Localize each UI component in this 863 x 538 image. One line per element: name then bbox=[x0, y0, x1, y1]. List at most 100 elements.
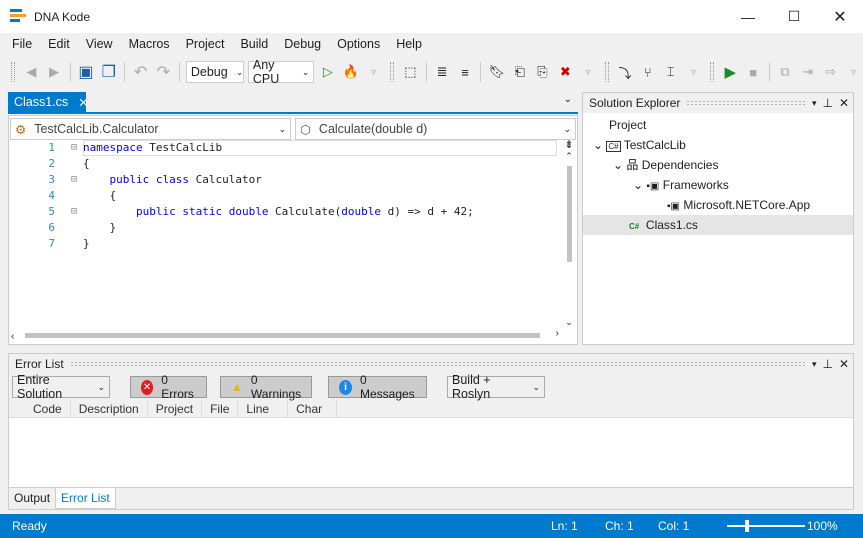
menu-help[interactable]: Help bbox=[388, 33, 430, 56]
code-editor[interactable]: ⚙ TestCalcLib.Calculator ⌄ ⬡ Calculate(doub… bbox=[8, 115, 578, 345]
column-line[interactable]: Line bbox=[238, 400, 289, 417]
tab-class1[interactable]: Class1.cs ✕ bbox=[8, 92, 89, 112]
line-number: 2 bbox=[48, 157, 55, 170]
scope-select[interactable]: Entire Solution ⌄ bbox=[12, 373, 110, 401]
column-char[interactable]: Char bbox=[288, 400, 338, 417]
start-icon[interactable]: ▶ bbox=[721, 62, 740, 82]
next-bookmark-icon[interactable]: ⎘ bbox=[533, 62, 552, 82]
prev-bookmark-icon[interactable]: ⎗ bbox=[510, 62, 529, 82]
minimize-button[interactable]: — bbox=[725, 0, 771, 33]
bookmark-icon[interactable]: 🔖︎ bbox=[487, 62, 506, 82]
tree-label: Dependencies bbox=[641, 158, 719, 172]
redo-icon[interactable]: ↷ bbox=[154, 62, 173, 82]
column-project[interactable]: Project bbox=[148, 400, 203, 417]
overflow-icon[interactable]: ▿ bbox=[579, 62, 598, 82]
toolbar-grip[interactable] bbox=[390, 62, 394, 82]
deploy-icon[interactable]: ⇥ bbox=[798, 62, 817, 82]
tab-output[interactable]: Output bbox=[9, 488, 55, 509]
tab-error-list[interactable]: Error List bbox=[55, 488, 116, 509]
toolbar-grip[interactable] bbox=[709, 62, 714, 82]
type-navigator[interactable]: ⚙ TestCalcLib.Calculator ⌄ bbox=[10, 118, 291, 140]
toolbar-grip[interactable] bbox=[11, 62, 15, 82]
menu-macros[interactable]: Macros bbox=[121, 33, 178, 56]
errors-filter-button[interactable]: ✕ 0 Errors bbox=[130, 373, 207, 401]
quick-info-icon[interactable]: ≡ bbox=[456, 62, 475, 82]
export-icon[interactable]: ⇨ bbox=[821, 62, 840, 82]
save-all-icon[interactable]: ❐ bbox=[99, 62, 118, 82]
framework-icon: ▪▣ bbox=[646, 181, 660, 192]
vertical-scrollbar[interactable]: ⇟ ⌃ ⌄ bbox=[561, 138, 577, 328]
publish-icon[interactable]: ⧉ bbox=[776, 62, 795, 82]
editor-tab-strip: Class1.cs ✕ ⌄ bbox=[8, 92, 578, 114]
set-startup-icon[interactable]: ⬚ bbox=[401, 62, 420, 82]
csharp-project-icon: C# bbox=[606, 141, 621, 152]
menu-options[interactable]: Options bbox=[329, 33, 388, 56]
tree-item-dependencies[interactable]: ⌄ 品 Dependencies bbox=[583, 155, 853, 175]
stop-icon[interactable]: ■ bbox=[744, 62, 763, 82]
overflow-icon[interactable]: ▿ bbox=[684, 62, 703, 82]
git-icon[interactable]: ⑂ bbox=[638, 62, 657, 82]
dropdown-icon[interactable]: ▾ bbox=[812, 359, 817, 370]
source-select[interactable]: Build + Roslyn ⌄ bbox=[447, 373, 545, 401]
menu-project[interactable]: Project bbox=[178, 33, 233, 56]
back-icon[interactable]: ◀ bbox=[22, 62, 41, 82]
maximize-button[interactable]: ☐ bbox=[771, 0, 817, 33]
dropdown-icon[interactable]: ▾ bbox=[812, 98, 817, 109]
errors-count: 0 Errors bbox=[161, 373, 194, 401]
zoom-slider[interactable] bbox=[727, 520, 805, 532]
close-button[interactable]: ✕ bbox=[817, 0, 863, 33]
warnings-filter-button[interactable]: ▲ 0 Warnings bbox=[220, 373, 312, 401]
save-icon[interactable]: ▣ bbox=[77, 62, 96, 82]
format-icon[interactable]: ≣ bbox=[433, 62, 452, 82]
close-icon[interactable]: ✕ bbox=[839, 96, 853, 110]
menu-view[interactable]: View bbox=[78, 33, 121, 56]
tab-list-dropdown-icon[interactable]: ⌄ bbox=[564, 94, 572, 105]
menu-build[interactable]: Build bbox=[232, 33, 276, 56]
member-navigator[interactable]: ⬡ Calculate(double d) ⌄ bbox=[295, 118, 576, 140]
tree-item-frameworks[interactable]: ⌄ ▪▣ Frameworks bbox=[583, 175, 853, 195]
error-list-columns: Code Description Project File Line Char bbox=[9, 400, 853, 418]
messages-filter-button[interactable]: i 0 Messages bbox=[328, 373, 427, 401]
terminal-icon[interactable]: ⌶ bbox=[661, 62, 680, 82]
pin-icon[interactable]: ⊥ bbox=[822, 357, 832, 371]
column-code[interactable]: Code bbox=[25, 400, 71, 417]
zoom-slider-thumb[interactable] bbox=[745, 520, 749, 532]
configuration-select[interactable]: Debug ⌄ bbox=[185, 61, 244, 83]
tree-item-netcore[interactable]: ▪▣ Microsoft.NETCore.App bbox=[583, 195, 853, 215]
step-into-icon[interactable]: ⤵ bbox=[616, 62, 635, 82]
tree-item-testcalclib[interactable]: ⌄ C# TestCalcLib bbox=[583, 135, 853, 155]
toolbar: ◀ ▶ ▣ ❐ ↶ ↷ Debug ⌄ Any CPU ⌄ ▷ 🔥 ▿ ⬚ ≣ ≡ … bbox=[0, 57, 863, 87]
clear-bookmarks-icon[interactable]: ✖ bbox=[556, 62, 575, 82]
column-description[interactable]: Description bbox=[71, 400, 148, 417]
horizontal-scrollbar[interactable]: ‹ › bbox=[11, 328, 559, 342]
hot-reload-icon[interactable]: 🔥 bbox=[341, 62, 360, 82]
menu-debug[interactable]: Debug bbox=[276, 33, 329, 56]
close-tab-icon[interactable]: ✕ bbox=[78, 95, 88, 110]
menu-edit[interactable]: Edit bbox=[40, 33, 78, 56]
solution-explorer: Solution Explorer ▾ ⊥ ✕ Project ⌄ C# TestCa… bbox=[582, 92, 854, 345]
line-numbers: 1 2 3 4 5 6 7 bbox=[35, 140, 55, 252]
platform-select[interactable]: Any CPU ⌄ bbox=[247, 58, 315, 86]
tree-label: Class1.cs bbox=[645, 218, 698, 232]
method-icon: ⬡ bbox=[300, 122, 311, 137]
overflow-icon[interactable]: ▿ bbox=[364, 62, 383, 82]
column-file[interactable]: File bbox=[202, 400, 239, 417]
scope-value: Entire Solution bbox=[17, 373, 63, 401]
configuration-value: Debug bbox=[190, 65, 228, 79]
bottom-tab-strip: Output Error List bbox=[9, 487, 853, 509]
fold-markers[interactable]: ⊟ ⊟ ⊟ bbox=[71, 140, 77, 220]
code-text[interactable]: namespace TestCalcLib { public class Cal… bbox=[83, 140, 474, 252]
tree-item-project[interactable]: Project bbox=[583, 115, 853, 135]
forward-icon[interactable]: ▶ bbox=[45, 62, 64, 82]
run-icon[interactable]: ▷ bbox=[318, 62, 337, 82]
tree-item-class1[interactable]: C# Class1.cs bbox=[583, 215, 853, 235]
overflow-icon[interactable]: ▿ bbox=[844, 62, 863, 82]
toolbar-grip[interactable] bbox=[604, 62, 609, 82]
undo-icon[interactable]: ↶ bbox=[131, 62, 150, 82]
pin-icon[interactable]: ⊥ bbox=[822, 96, 832, 110]
line-number: 7 bbox=[48, 237, 55, 250]
close-icon[interactable]: ✕ bbox=[839, 357, 853, 371]
title-bar: DNA Kode — ☐ ✕ bbox=[0, 0, 863, 33]
menu-file[interactable]: File bbox=[4, 33, 40, 56]
line-indicator: Ln: 1 bbox=[551, 519, 578, 533]
